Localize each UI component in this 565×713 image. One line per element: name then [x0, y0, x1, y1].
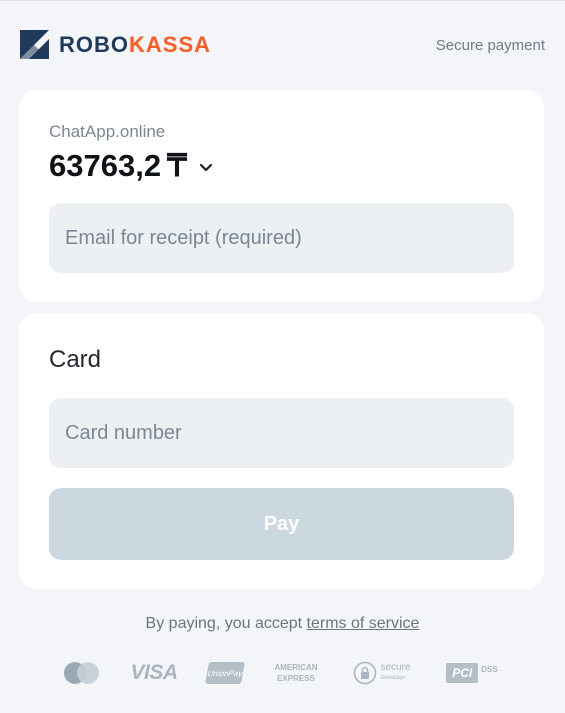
robokassa-logo[interactable]: ROBOKASSA [20, 30, 211, 59]
secure-text: secure GlobalSign [380, 663, 410, 683]
mastercard-icon [62, 661, 102, 685]
pci-label: PCI [446, 663, 479, 683]
logo-robo: ROBO [59, 31, 129, 57]
terms-prefix: By paying, you accept [145, 615, 307, 632]
email-field[interactable] [49, 203, 514, 273]
logo-kassa: KASSA [129, 31, 212, 57]
secure-payment-label: Secure payment [435, 37, 545, 54]
pay-button[interactable]: Pay [49, 488, 514, 560]
chevron-down-icon[interactable] [199, 163, 213, 172]
logo-wordmark: ROBOKASSA [59, 31, 211, 59]
globalsign-secure-icon: secure GlobalSign [350, 659, 414, 687]
visa-icon: VISA [130, 661, 178, 684]
order-card: ChatApp.online 63763,2 ₸ [19, 90, 544, 302]
payment-amount: 63763,2 [49, 148, 162, 183]
amount-toggle[interactable]: 63763,2 ₸ [49, 148, 213, 184]
card-section-title: Card [49, 346, 102, 373]
secure-label: secure [380, 662, 411, 673]
amex-line1: AMERICAN [274, 663, 318, 672]
secure-sub-label: GlobalSign [380, 675, 405, 681]
merchant-name: ChatApp.online [49, 122, 166, 141]
currency-symbol: ₸ [167, 148, 187, 183]
american-express-icon: AMERICAN EXPRESS [268, 659, 324, 687]
terms-of-service-link[interactable]: terms of service [307, 615, 420, 632]
card-payment-section: Card Pay [19, 313, 544, 589]
payment-logos: VISA UnionPay AMERICAN EXPRESS secure Gl… [0, 655, 565, 691]
robokassa-logo-icon [20, 30, 49, 59]
terms-text: By paying, you accept terms of service [0, 615, 565, 633]
pci-dss-icon: PCI DSS [442, 661, 502, 685]
card-number-input[interactable] [49, 398, 514, 468]
amex-line2: EXPRESS [277, 674, 315, 683]
unionpay-icon: UnionPay [205, 662, 245, 684]
dss-label: DSS [481, 664, 498, 674]
top-divider [0, 0, 565, 1]
header: ROBOKASSA Secure payment [20, 30, 545, 60]
